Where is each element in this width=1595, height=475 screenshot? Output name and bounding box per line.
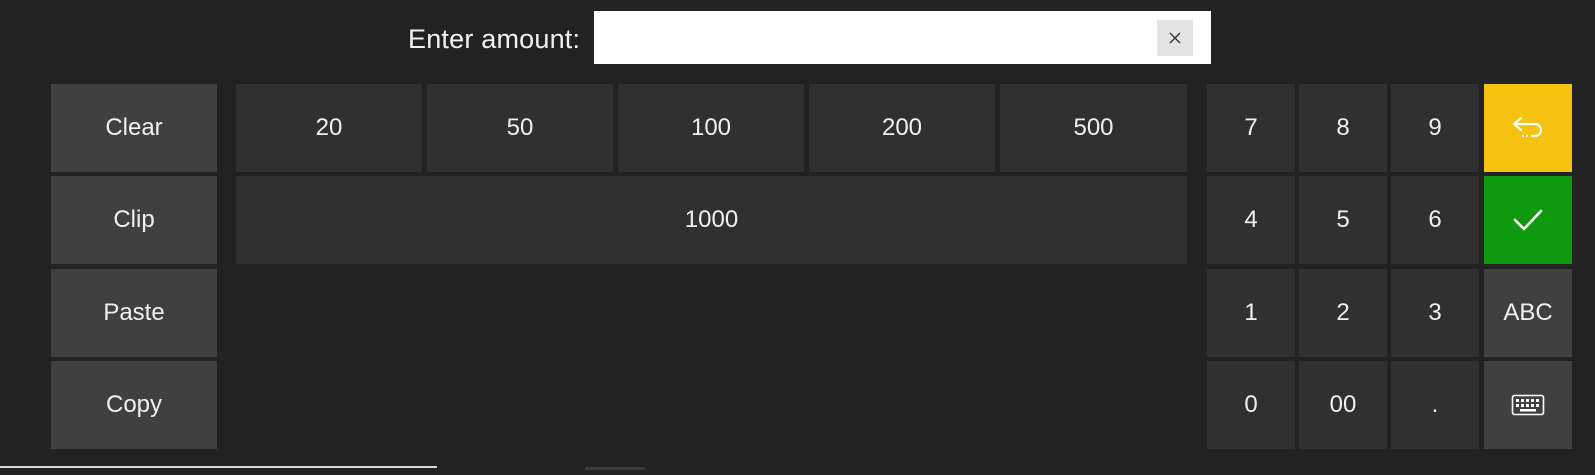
quick-amount-label: 50 <box>506 114 534 141</box>
quick-amount-20[interactable]: 20 <box>236 84 422 172</box>
clear-button-label: Clear <box>105 114 163 141</box>
amount-prompt: Enter amount: <box>0 11 1595 65</box>
copy-button[interactable]: Copy <box>51 361 217 449</box>
numpad-key-label: 1 <box>1244 299 1258 326</box>
quick-amount-label: 500 <box>1073 114 1114 141</box>
scroll-indicator <box>0 466 437 468</box>
abc-button[interactable]: ABC <box>1484 269 1572 357</box>
numpad-key-1[interactable]: 1 <box>1207 269 1295 357</box>
paste-button-label: Paste <box>103 299 165 326</box>
numpad-key-label: . <box>1431 391 1439 418</box>
quick-amount-1000[interactable]: 1000 <box>236 176 1187 264</box>
numpad-key-label: 0 <box>1244 391 1258 418</box>
numpad-key-6[interactable]: 6 <box>1391 176 1479 264</box>
copy-button-label: Copy <box>105 391 163 418</box>
return-arrow-icon <box>1512 116 1543 138</box>
numpad-key-label: 7 <box>1244 114 1258 141</box>
quick-amount-label: 200 <box>881 114 923 141</box>
numpad-key-label: 2 <box>1336 299 1350 326</box>
quick-amount-label: 1000 <box>684 206 739 233</box>
numpad-key-3[interactable]: 3 <box>1391 269 1479 357</box>
clip-button[interactable]: Clip <box>51 176 217 264</box>
back-button[interactable] <box>1484 84 1572 172</box>
keyboard-icon <box>1511 394 1545 416</box>
clip-button-label: Clip <box>113 206 155 233</box>
abc-button-label: ABC <box>1503 299 1553 326</box>
quick-amount-50[interactable]: 50 <box>427 84 613 172</box>
numpad-key-00[interactable]: 00 <box>1299 361 1387 449</box>
numpad-key-decimal[interactable]: . <box>1391 361 1479 449</box>
clear-button[interactable]: Clear <box>51 84 217 172</box>
numpad-key-4[interactable]: 4 <box>1207 176 1295 264</box>
numpad-key-7[interactable]: 7 <box>1207 84 1295 172</box>
keyboard-button[interactable] <box>1484 361 1572 449</box>
numpad-key-5[interactable]: 5 <box>1299 176 1387 264</box>
scroll-handle[interactable] <box>585 467 645 470</box>
numpad-key-label: 00 <box>1329 391 1357 418</box>
quick-amount-100[interactable]: 100 <box>618 84 804 172</box>
amount-input[interactable] <box>594 11 1162 64</box>
amount-field[interactable] <box>594 11 1211 64</box>
amount-label: Enter amount: <box>408 24 581 54</box>
confirm-button[interactable] <box>1484 176 1572 264</box>
numpad-key-label: 8 <box>1336 114 1350 141</box>
numpad-key-0[interactable]: 0 <box>1207 361 1295 449</box>
quick-amount-label: 100 <box>690 114 732 141</box>
quick-amount-200[interactable]: 200 <box>809 84 995 172</box>
paste-button[interactable]: Paste <box>51 269 217 357</box>
checkmark-icon <box>1513 209 1543 231</box>
numpad-key-9[interactable]: 9 <box>1391 84 1479 172</box>
numpad-key-label: 5 <box>1336 206 1350 233</box>
numpad-key-label: 6 <box>1428 206 1442 233</box>
numpad-key-label: 4 <box>1244 206 1258 233</box>
numpad-key-8[interactable]: 8 <box>1299 84 1387 172</box>
quick-amount-label: 20 <box>315 114 343 141</box>
numpad-key-label: 3 <box>1428 299 1442 326</box>
clear-input-button[interactable] <box>1157 20 1193 56</box>
numpad-key-2[interactable]: 2 <box>1299 269 1387 357</box>
numpad-key-label: 9 <box>1428 114 1442 141</box>
close-icon <box>1169 32 1181 44</box>
quick-amount-500[interactable]: 500 <box>1000 84 1187 172</box>
